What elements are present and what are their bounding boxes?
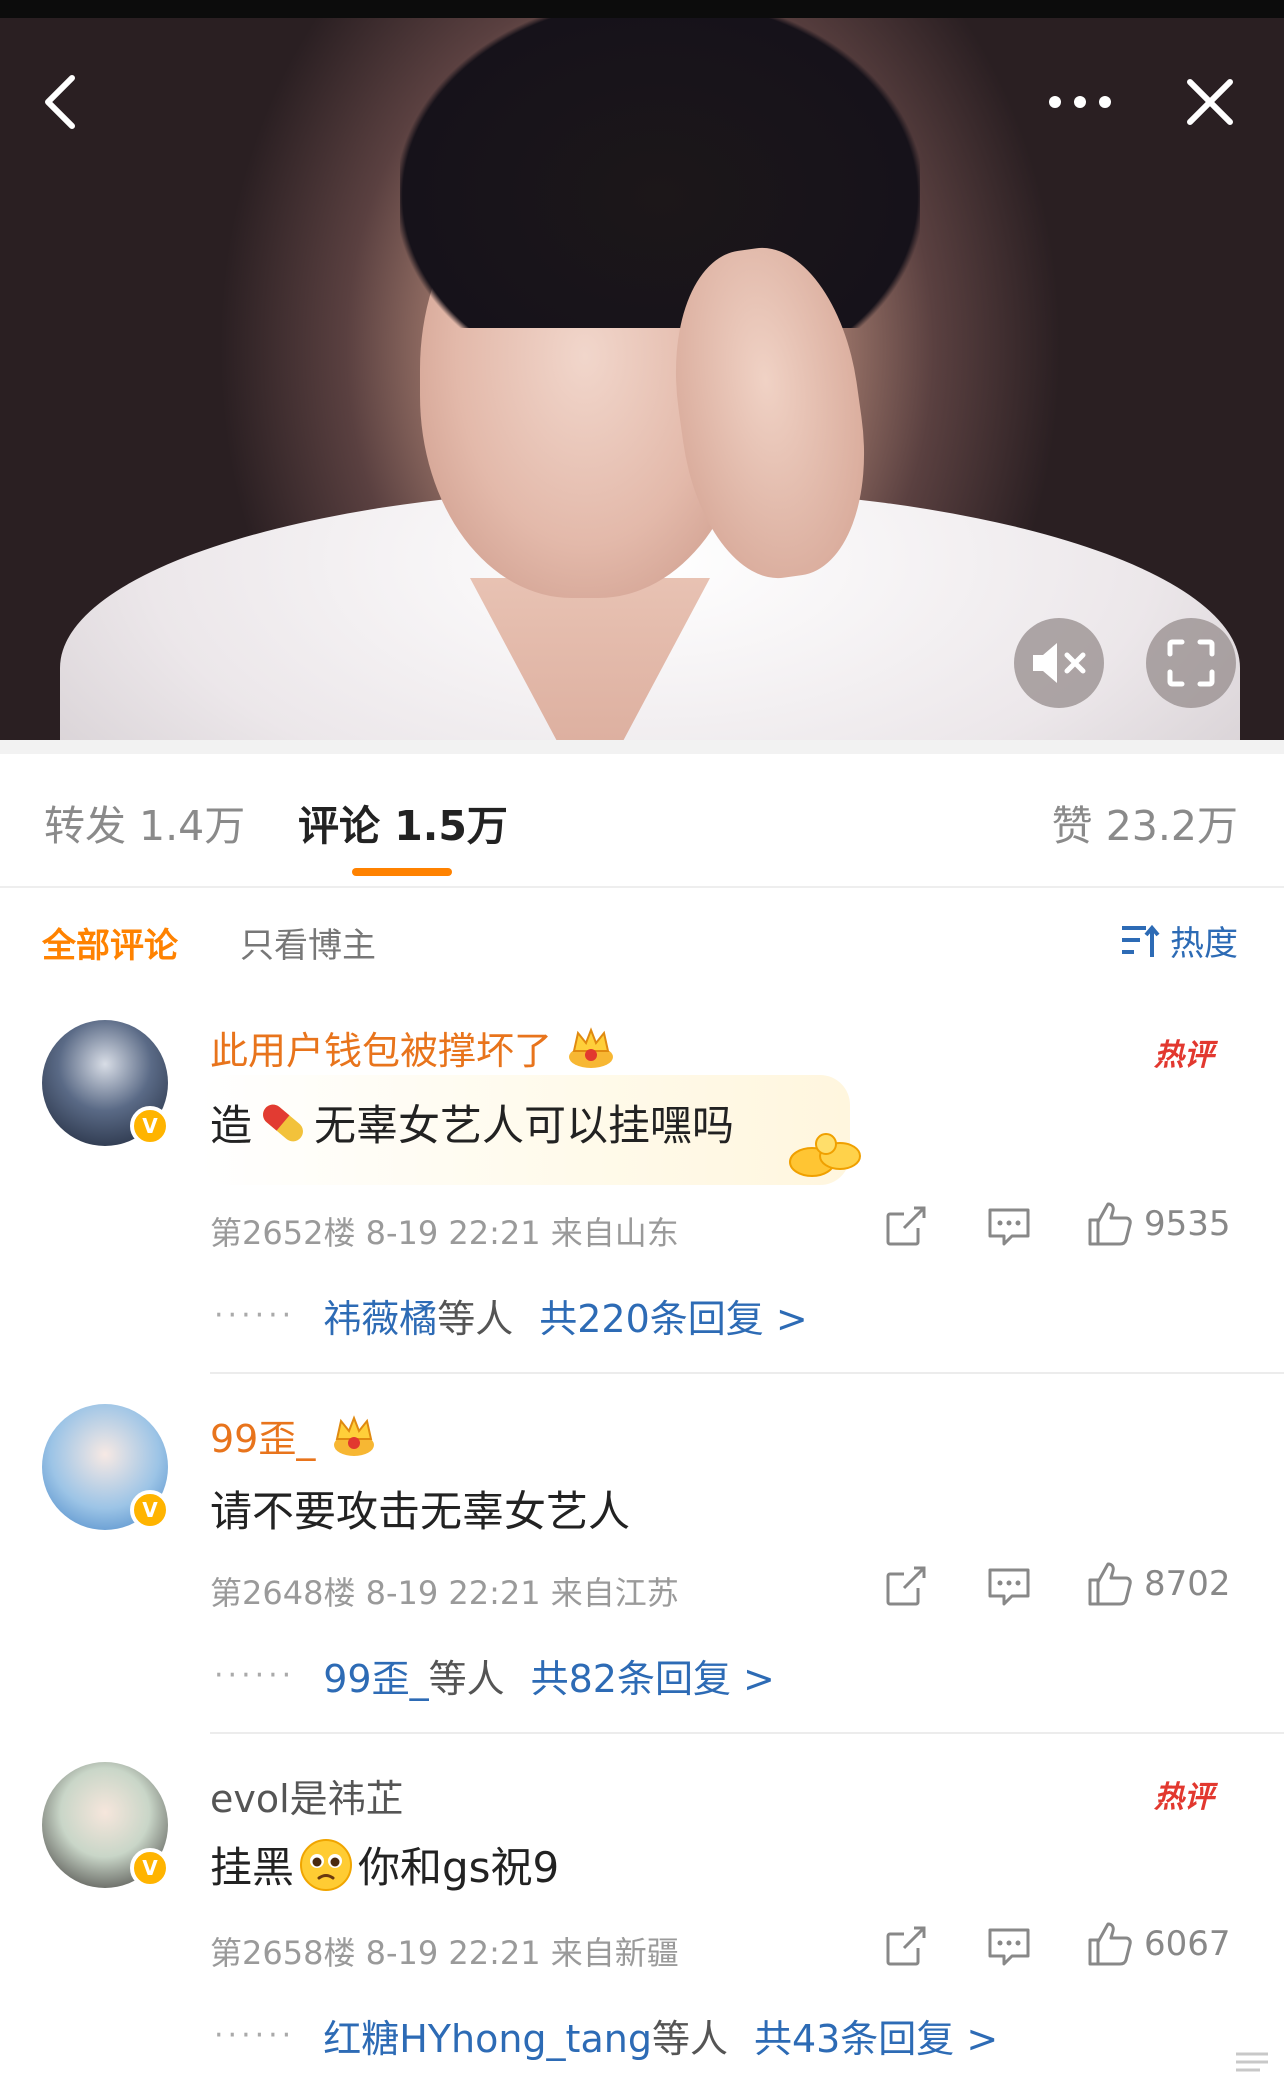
reply-summary[interactable]: ······ 祎薇橘 等人 共220条回复 >: [214, 1288, 808, 1343]
verified-badge-icon: V: [130, 1490, 170, 1530]
comment-filter-bar: 全部评论 只看博主 热度: [0, 888, 1284, 988]
comment-bubble-icon: [988, 1928, 1030, 1966]
comment-meta: 第2652楼 8-19 22:21 来自山东: [210, 1214, 679, 1252]
reply-dots: ······: [214, 2018, 296, 2053]
comment-username[interactable]: 此用户钱包被撑坏了: [210, 1020, 616, 1075]
thumbs-up-icon: [1088, 1562, 1132, 1606]
sort-label: 热度: [1170, 924, 1238, 964]
gold-coins-icon: [789, 1133, 861, 1177]
reply-others-label: 等人: [651, 2017, 728, 2061]
reply-button[interactable]: [986, 1204, 1032, 1248]
filter-all-comments[interactable]: 全部评论: [42, 918, 178, 967]
comment-bubble-icon: [988, 1208, 1030, 1246]
verified-badge-icon: V: [130, 1848, 170, 1888]
like-count: 8702: [1144, 1564, 1231, 1604]
share-button[interactable]: [884, 1204, 928, 1248]
sort-lines-icon: [1122, 924, 1160, 957]
vip-crown-icon: [569, 1026, 614, 1068]
share-icon: [886, 1926, 926, 1966]
mute-toggle-button[interactable]: [1014, 618, 1104, 708]
comment-text: 挂黑 你和gs祝9: [210, 1834, 559, 1895]
fullscreen-icon: [1167, 639, 1215, 687]
reply-summary[interactable]: ······ 99歪_ 等人 共82条回复 >: [214, 1648, 775, 1703]
chevron-left-icon: [45, 75, 75, 129]
back-button[interactable]: [28, 70, 92, 134]
share-button[interactable]: [884, 1924, 928, 1968]
like-count: 6067: [1144, 1924, 1231, 1964]
share-icon: [886, 1206, 926, 1246]
hot-comment-badge: 热评: [1154, 1038, 1214, 1073]
section-divider: [0, 740, 1284, 754]
status-strip: [0, 0, 1284, 18]
reply-summary[interactable]: ······ 红糖HYhong_tang 等人 共43条回复 >: [214, 2008, 998, 2063]
share-button[interactable]: [884, 1564, 928, 1608]
comment-divider: [210, 1372, 1284, 1374]
vip-crown-icon: [334, 1414, 375, 1456]
close-button[interactable]: [1178, 70, 1242, 134]
active-tab-indicator: [352, 868, 452, 876]
thumbs-up-icon: [1088, 1202, 1132, 1246]
reply-button[interactable]: [986, 1924, 1032, 1968]
reply-user-names[interactable]: 祎薇橘: [323, 1288, 437, 1343]
like-button[interactable]: 9535: [1086, 1200, 1231, 1248]
reply-others-label: 等人: [428, 1657, 505, 1701]
sort-button[interactable]: 热度: [1120, 916, 1238, 965]
video-frame-hair: [400, 18, 920, 328]
like-button[interactable]: 8702: [1086, 1560, 1231, 1608]
view-replies-link[interactable]: 共82条回复 >: [531, 1648, 775, 1703]
filter-owner-only[interactable]: 只看博主: [240, 918, 376, 967]
reply-dots: ······: [214, 1298, 296, 1333]
reply-button[interactable]: [986, 1564, 1032, 1608]
more-dots-icon: [1049, 96, 1111, 108]
reply-user-names[interactable]: 99歪_: [323, 1648, 428, 1703]
video-player[interactable]: [0, 18, 1284, 740]
post-tabs: 转发 1.4万 评论 1.5万 赞 23.2万: [0, 754, 1284, 888]
speaker-muted-icon: [1033, 643, 1086, 683]
comment-username[interactable]: 99歪_: [210, 1408, 379, 1463]
hot-comment-badge: 热评: [1154, 1780, 1214, 1815]
comment-text: 造 无辜女艺人可以挂嘿吗: [210, 1092, 734, 1153]
close-icon: [1187, 79, 1233, 125]
comment-meta: 第2658楼 8-19 22:21 来自新疆: [210, 1934, 679, 1972]
thumbs-up-icon: [1088, 1922, 1132, 1966]
fullscreen-button[interactable]: [1146, 618, 1236, 708]
like-count: 9535: [1144, 1204, 1231, 1244]
reply-others-label: 等人: [437, 1297, 514, 1341]
comment-divider: [210, 1732, 1284, 1734]
lines-icon: [1236, 2052, 1268, 2072]
share-icon: [886, 1566, 926, 1606]
more-options-button[interactable]: [1040, 78, 1120, 126]
comment-meta: 第2648楼 8-19 22:21 来自江苏: [210, 1574, 679, 1612]
comment-bubble-icon: [988, 1568, 1030, 1606]
reply-user-names[interactable]: 红糖HYhong_tang: [323, 2008, 652, 2063]
comment-text: 请不要攻击无辜女艺人: [210, 1487, 631, 1536]
tab-repost[interactable]: 转发 1.4万: [44, 792, 245, 852]
view-replies-link[interactable]: 共43条回复 >: [754, 2008, 998, 2063]
reply-dots: ······: [214, 1658, 296, 1693]
comment-username[interactable]: evol是祎芷: [210, 1768, 404, 1823]
like-button[interactable]: 6067: [1086, 1920, 1231, 1968]
pleading-face-emoji-icon: [300, 1838, 353, 1891]
view-replies-link[interactable]: 共220条回复 >: [539, 1288, 807, 1343]
pill-emoji-icon: [263, 1104, 303, 1141]
tab-like[interactable]: 赞 23.2万: [1052, 792, 1238, 852]
verified-badge-icon: V: [130, 1106, 170, 1146]
